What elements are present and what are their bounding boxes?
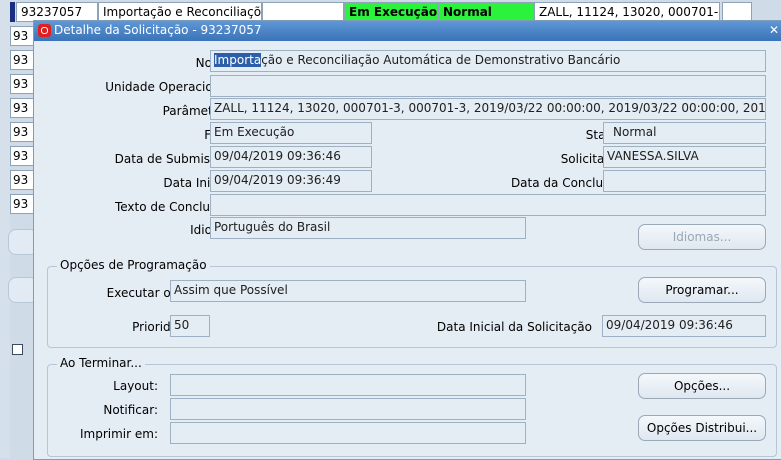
idiomas-button[interactable]: Idiomas... — [638, 224, 766, 250]
bg-right-cell — [722, 2, 752, 22]
bg-row-stub[interactable]: 93 — [10, 170, 35, 190]
data-submissao-field[interactable]: 09/04/2019 09:36:46 — [210, 146, 372, 168]
programacao-group-title: Opções de Programação — [57, 258, 210, 272]
imprimir-em-field[interactable] — [170, 422, 526, 444]
imprimir-em-label: Imprimir em: — [80, 427, 158, 441]
bg-row-stub[interactable]: 93 — [10, 74, 35, 94]
fase-field[interactable]: Em Execução — [210, 122, 372, 144]
unidade-operacional-field[interactable] — [210, 75, 766, 97]
status-field[interactable]: Normal — [603, 122, 766, 144]
parametros-field[interactable]: ZALL, 11124, 13020, 000701-3, 000701-3, … — [210, 98, 766, 120]
bg-row-stub[interactable]: 93 — [10, 146, 35, 166]
bg-request-name-cell[interactable]: Importação e Reconciliaçõ — [98, 2, 262, 22]
opcoes-distribuicao-button[interactable]: Opções Distribui... — [638, 415, 766, 441]
layout-field[interactable] — [170, 374, 526, 396]
solicitante-field[interactable]: VANESSA.SILVA — [603, 146, 766, 168]
close-icon[interactable]: ✕ — [768, 24, 780, 37]
request-detail-dialog: Detalhe da Solicitação - 93237057 ✕ Nome… — [33, 20, 781, 460]
bg-phase-cell[interactable]: Em Execução — [344, 2, 438, 22]
bg-row-stub[interactable]: 93 — [10, 122, 35, 142]
idioma-field[interactable]: Português do Brasil — [210, 217, 526, 239]
bg-checkbox[interactable] — [12, 344, 23, 355]
data-inicial-solicitacao-label: Data Inicial da Solicitação — [436, 320, 592, 334]
row-selection-marker — [10, 2, 15, 22]
layout-label: Layout: — [113, 379, 158, 393]
programar-button[interactable]: Programar... — [638, 277, 766, 303]
nome-field[interactable]: Importação e Reconciliação Automática de… — [210, 50, 766, 72]
prioridade-field[interactable]: 50 — [170, 315, 210, 337]
bg-row-stub[interactable]: 93 — [10, 194, 35, 214]
background-left-strip — [0, 0, 10, 458]
bg-row-stub[interactable]: 93 — [10, 98, 35, 118]
data-conclusao-field[interactable] — [603, 170, 766, 192]
dialog-title: Detalhe da Solicitação - 93237057 — [54, 23, 262, 37]
dialog-titlebar[interactable]: Detalhe da Solicitação - 93237057 ✕ — [34, 21, 781, 41]
nome-text: ção e Reconciliação Automática de Demons… — [261, 53, 621, 67]
bg-parameters-cell[interactable]: ZALL, 11124, 13020, 000701-3 — [534, 2, 720, 22]
texto-conclusao-field[interactable] — [210, 194, 766, 216]
executar-job-field[interactable]: Assim que Possível — [170, 280, 526, 302]
bg-row-stub[interactable]: 93 — [10, 50, 35, 70]
notificar-label: Notificar: — [103, 403, 158, 417]
notificar-field[interactable] — [170, 398, 526, 420]
data-inicial-solicitacao-field[interactable]: 09/04/2019 09:36:46 — [602, 315, 766, 337]
opcoes-button[interactable]: Opções... — [638, 373, 766, 399]
nome-selected-text: Importa — [214, 53, 262, 67]
bg-empty-cell[interactable] — [262, 2, 344, 22]
bg-status-cell[interactable]: Normal — [438, 2, 534, 22]
bg-request-id-cell[interactable]: 93237057 — [16, 2, 98, 22]
data-inicial-field[interactable]: 09/04/2019 09:36:49 — [210, 170, 372, 192]
oracle-icon — [38, 24, 51, 37]
bg-row-stub[interactable]: 93 — [10, 26, 35, 46]
ao-terminar-group-title: Ao Terminar... — [57, 356, 145, 370]
